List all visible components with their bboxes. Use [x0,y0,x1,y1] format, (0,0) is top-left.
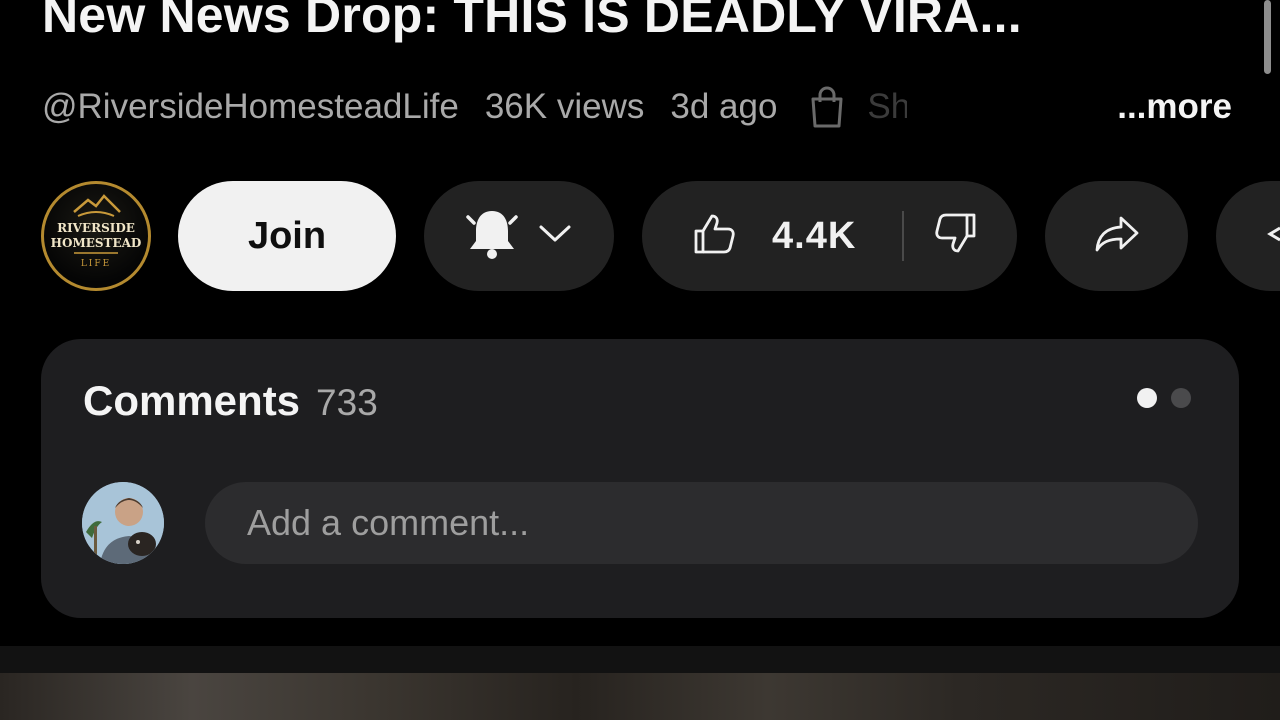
logo-text-line3: LIFE [81,259,111,269]
video-title[interactable]: New News Drop: THIS IS DEADLY VIRA... [42,0,1232,44]
scrollbar[interactable] [1264,0,1271,74]
comments-count: 733 [316,382,378,423]
comments-title: Comments [83,377,301,424]
carousel-dots [1137,388,1191,408]
chevron-down-icon [538,224,572,249]
view-count: 36K views [484,87,645,126]
join-button[interactable]: Join [178,181,396,291]
action-row: RIVERSIDE HOMESTEAD LIFE Join 4.4K [0,181,1280,291]
overflow-arrow-icon [1266,224,1280,249]
like-divider [902,211,904,261]
channel-handle[interactable]: @RiversideHomesteadLife [42,87,459,127]
logo-text-line1: RIVERSIDE [57,221,135,235]
carousel-dot [1171,388,1191,408]
like-count: 4.4K [772,214,857,257]
add-comment-input[interactable] [205,482,1198,564]
user-avatar [82,482,164,564]
subscription-bell-button[interactable] [424,181,614,291]
thumbs-down-icon [934,213,978,261]
comments-card[interactable]: Comments 733 [41,339,1239,618]
like-dislike-group: 4.4K [642,181,1017,291]
channel-avatar[interactable]: RIVERSIDE HOMESTEAD LIFE [41,181,151,291]
more-actions-button[interactable] [1216,181,1280,291]
more-link[interactable]: ...more [1081,84,1232,130]
upload-age: 3d ago [670,87,778,126]
thumbs-up-icon [692,212,736,261]
shop-label: Sh [867,87,908,126]
section-divider [0,646,1280,673]
next-video-thumbnail-preview[interactable] [0,673,1280,720]
share-icon [1093,214,1141,259]
share-button[interactable] [1045,181,1188,291]
carousel-dot-active [1137,388,1157,408]
like-button[interactable]: 4.4K [642,212,856,261]
video-watch-page: New News Drop: THIS IS DEADLY VIRA... @R… [0,0,1280,720]
comments-header: Comments 733 [83,377,378,425]
video-meta-row[interactable]: @RiversideHomesteadLife 36K views 3d ago… [42,84,907,130]
logo-text-line2: HOMESTEAD [51,236,142,250]
dislike-button[interactable] [934,211,978,262]
bell-icon [466,207,518,266]
shopping-bag-icon [807,85,847,129]
